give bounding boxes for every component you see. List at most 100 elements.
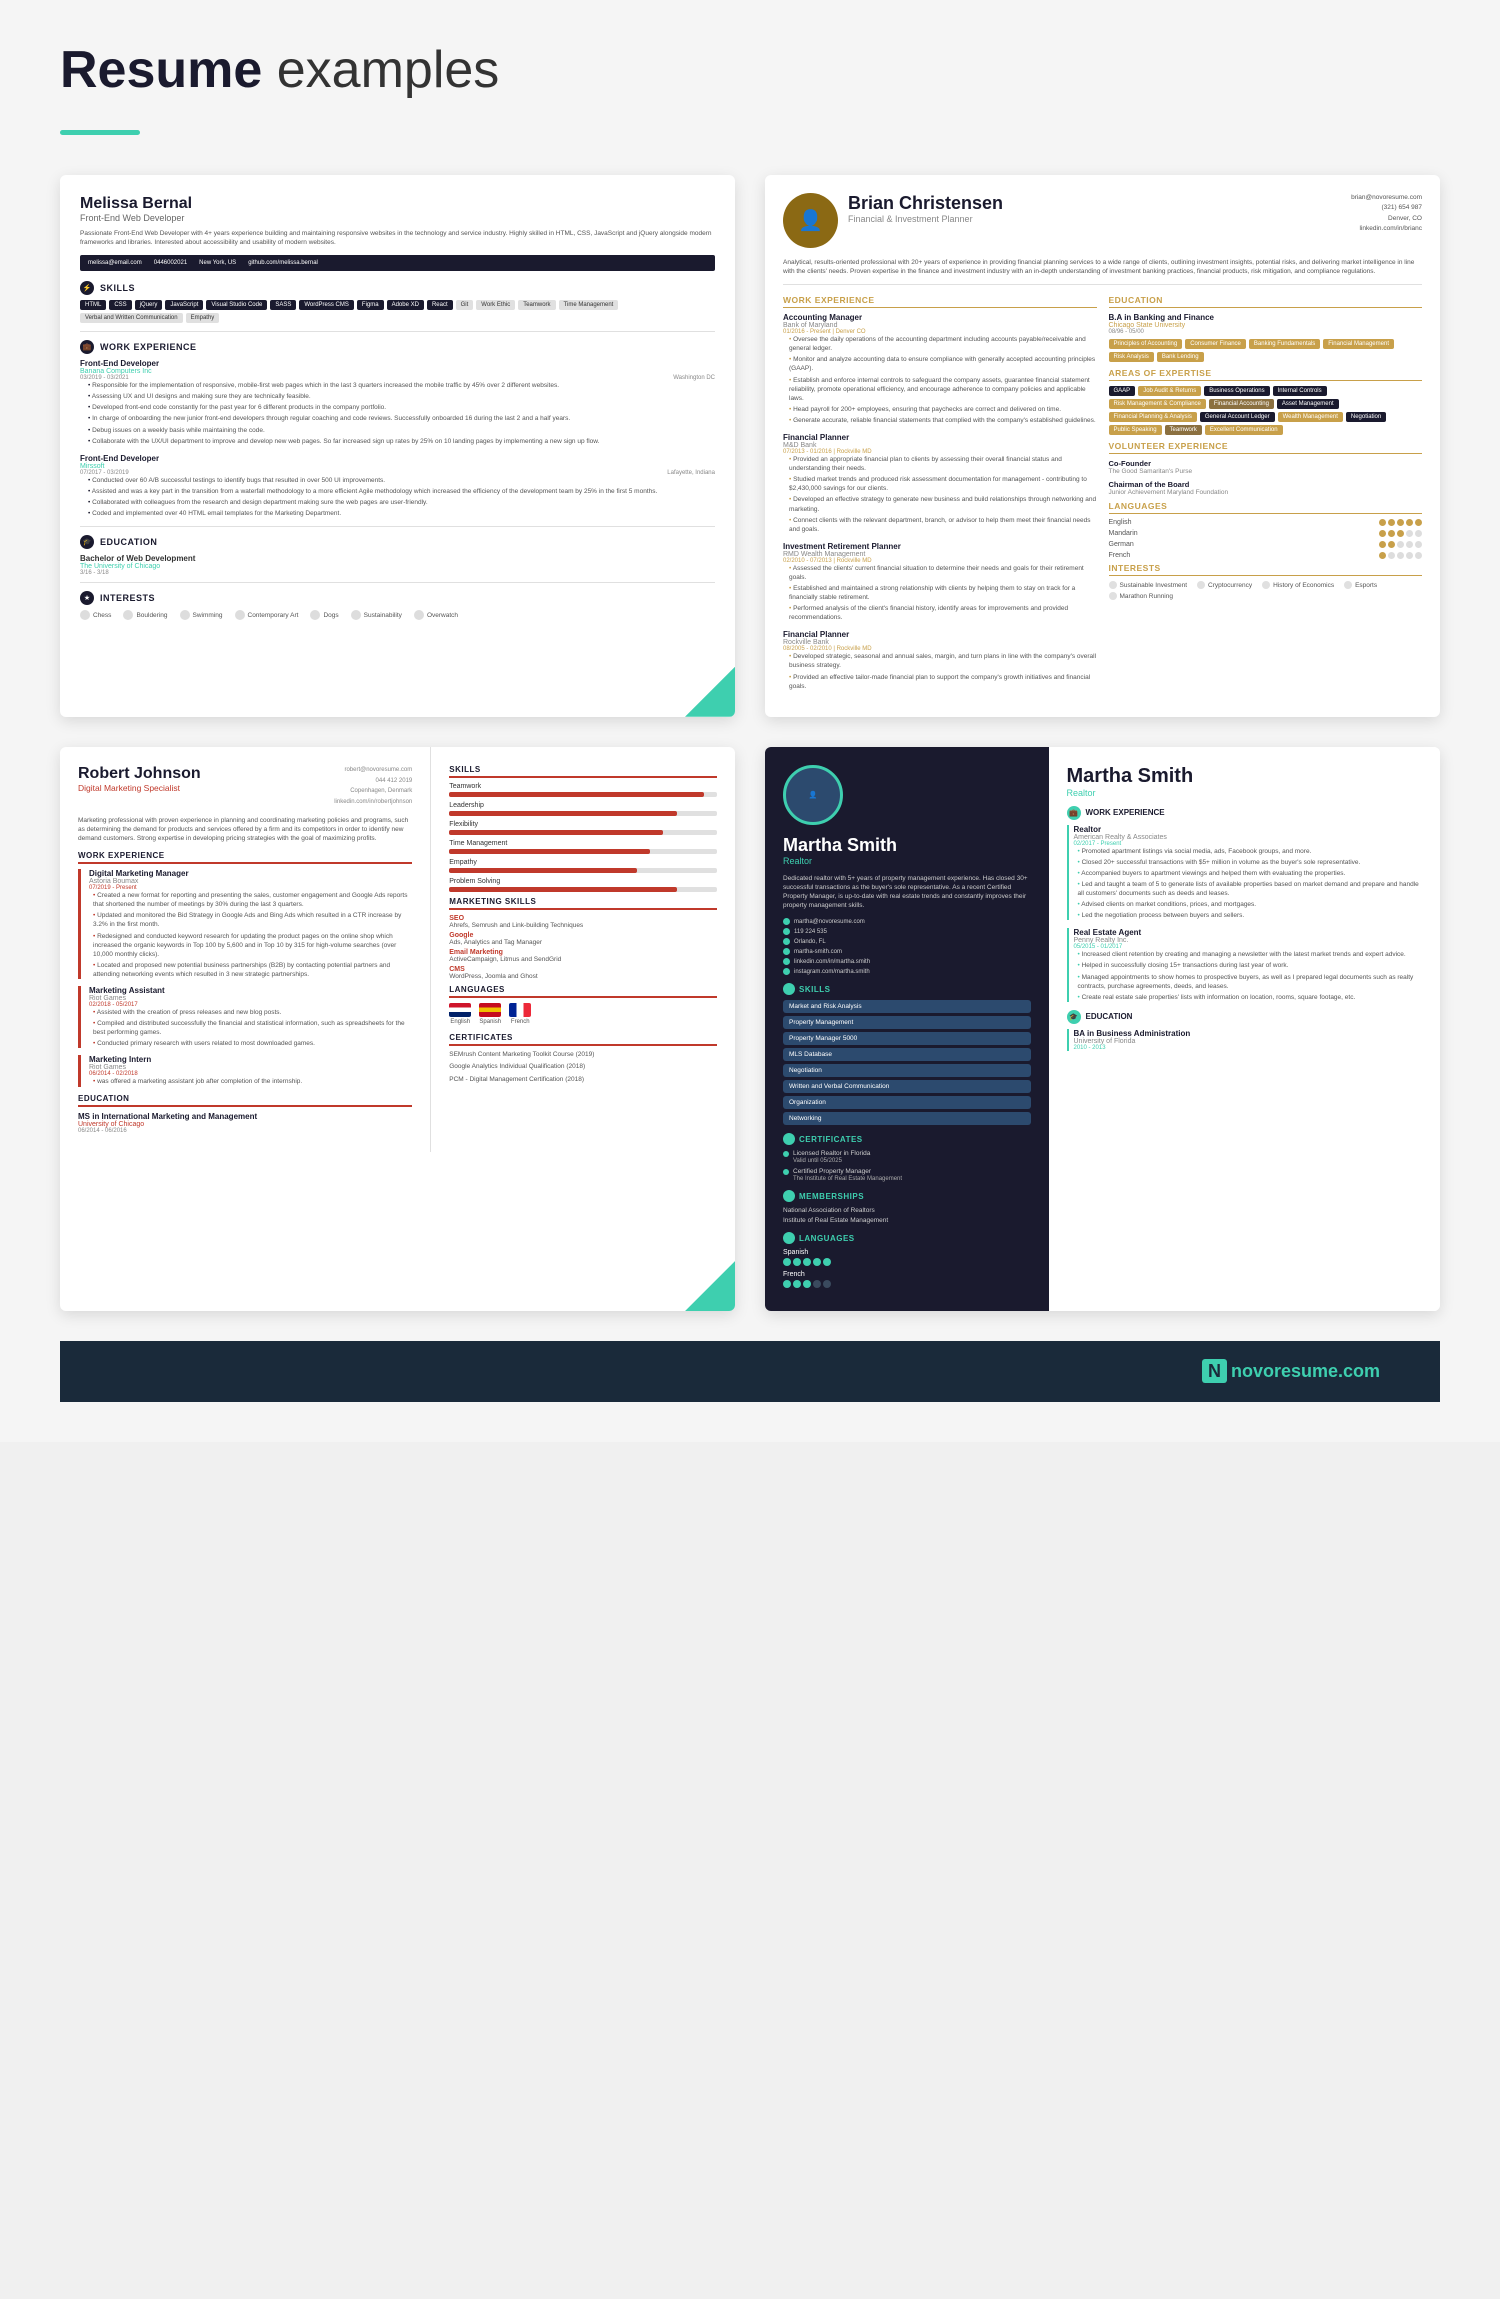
- robert-cert-1: SEMrush Content Marketing Toolkit Course…: [449, 1051, 717, 1059]
- skill-sass: SASS: [270, 300, 296, 310]
- melissa-interests-header: ★ INTERESTS: [80, 591, 715, 605]
- work-icon: 💼: [80, 340, 94, 354]
- flag-english: English: [449, 1003, 471, 1025]
- interest-bouldering: Bouldering: [123, 610, 167, 620]
- martha-lang-french: French: [783, 1271, 1031, 1288]
- brian-interests: Sustainable Investment Cryptocurrency Hi…: [1109, 581, 1423, 603]
- melissa-job2-bullets: Conducted over 60 A/B successful testing…: [80, 476, 715, 518]
- martha-skills-icon: [783, 983, 795, 995]
- martha-bio: Dedicated realtor with 5+ years of prope…: [783, 874, 1031, 910]
- martha-member-header: MEMBERSHIPS: [783, 1190, 1031, 1202]
- martha-job-1: Realtor American Realty & Associates 02/…: [1067, 825, 1423, 921]
- skill-leadership: Leadership: [449, 802, 717, 816]
- brand-name: novoresume.com: [1231, 1361, 1380, 1381]
- corner-decoration: [685, 667, 735, 717]
- robert-work-title: WORK EXPERIENCE: [78, 851, 412, 864]
- brian-lang-french: French: [1109, 552, 1423, 559]
- brian-job-2: Financial Planner M&D Bank 07/2013 - 01/…: [783, 433, 1097, 534]
- brian-edu-courses: Principles of Accounting Consumer Financ…: [1109, 339, 1423, 362]
- melissa-edu: Bachelor of Web Development The Universi…: [80, 554, 715, 576]
- melissa-resume: Melissa Bernal Front-End Web Developer P…: [60, 175, 735, 640]
- skill-react: React: [427, 300, 453, 310]
- corner-decoration-robert: [685, 1261, 735, 1311]
- brian-photo: 👤: [783, 193, 838, 248]
- melissa-job1-bullets: Responsible for the implementation of re…: [80, 381, 715, 446]
- brian-expertise-title: AREAS OF EXPERTISE: [1109, 368, 1423, 381]
- divider1: [80, 331, 715, 332]
- edu-section-title: EDUCATION: [100, 537, 157, 547]
- skill-html: HTML: [80, 300, 106, 310]
- martha-cert-header: CERTIFICATES: [783, 1133, 1031, 1145]
- robert-skills-title: SKILLS: [449, 765, 717, 778]
- melissa-contact-bar: melissa@email.com 0446002021 New York, U…: [80, 255, 715, 271]
- interest-overwatch: Overwatch: [414, 610, 458, 620]
- melissa-job-2: Front-End Developer Mirssoft 07/2017 - 0…: [80, 454, 715, 518]
- robert-degree: MS in International Marketing and Manage…: [78, 1112, 412, 1121]
- martha-member-1: National Association of Realtors: [783, 1207, 1031, 1214]
- skill-adobexd: Adobe XD: [387, 300, 424, 310]
- melissa-name: Melissa Bernal: [80, 195, 715, 213]
- martha-right-col: Martha Smith Realtor 💼 WORK EXPERIENCE R…: [1049, 747, 1441, 1311]
- martha-location: Orlando, FL: [783, 938, 1031, 945]
- brian-work-title: WORK EXPERIENCE: [783, 295, 1097, 308]
- martha-linkedin: linkedin.com/in/martha.smith: [783, 958, 1031, 965]
- martha-r-name: Martha Smith: [1067, 765, 1423, 788]
- martha-title: Realtor: [783, 856, 1031, 866]
- skills-icon: ⚡: [80, 281, 94, 295]
- work-section-title: WORK EXPERIENCE: [100, 342, 197, 352]
- brian-vol-2: Chairman of the Board Junior Achievement…: [1109, 480, 1423, 496]
- brian-lang-en: English: [1109, 519, 1423, 526]
- brian-name: Brian Christensen: [848, 193, 1003, 214]
- brian-title: Financial & Investment Planner: [848, 214, 1003, 224]
- martha-cert-icon: [783, 1133, 795, 1145]
- melissa-phone: 0446002021: [154, 260, 187, 266]
- robert-cert-2: Google Analytics Individual Qualificatio…: [449, 1063, 717, 1071]
- skill-css: CSS: [109, 300, 131, 310]
- brian-interests-title: INTERESTS: [1109, 563, 1423, 576]
- martha-member-icon: [783, 1190, 795, 1202]
- skill-timemanagement: Time Management: [449, 840, 717, 854]
- robert-mktg-title: MARKETING SKILLS: [449, 897, 717, 910]
- skill-problemsolving: Problem Solving: [449, 878, 717, 892]
- footer-logo: Nnovoresume.com: [1202, 1361, 1380, 1382]
- skill-wpcms: WordPress CMS: [299, 300, 354, 310]
- melissa-email: melissa@email.com: [88, 260, 142, 266]
- martha-member-2: Institute of Real Estate Management: [783, 1217, 1031, 1224]
- robert-name: Robert Johnson: [78, 765, 201, 783]
- martha-lang-spanish: Spanish: [783, 1249, 1031, 1266]
- divider3: [80, 582, 715, 583]
- melissa-work-header: 💼 WORK EXPERIENCE: [80, 340, 715, 354]
- skill-empathy: Empathy: [186, 313, 220, 323]
- skill-git2: Work Ethic: [476, 300, 515, 310]
- title-underline: [60, 130, 140, 135]
- resume-card-melissa: Melissa Bernal Front-End Web Developer P…: [60, 175, 735, 717]
- skill-teamwork: Teamwork: [518, 300, 555, 310]
- robert-cert-title: CERTIFICATES: [449, 1033, 717, 1046]
- skill-verbal: Verbal and Written Communication: [80, 313, 183, 323]
- interests-section-title: INTERESTS: [100, 593, 155, 603]
- robert-edu-title: EDUCATION: [78, 1094, 412, 1107]
- martha-resume: 👤 Martha Smith Realtor Dedicated realtor…: [765, 747, 1440, 1311]
- robert-job-3: Marketing Intern Riot Games 06/2014 - 02…: [78, 1055, 412, 1086]
- martha-left-col: 👤 Martha Smith Realtor Dedicated realtor…: [765, 747, 1049, 1311]
- skills-section-title: SKILLS: [100, 283, 135, 293]
- melissa-title: Front-End Web Developer: [80, 213, 715, 223]
- melissa-location: New York, US: [199, 260, 236, 266]
- robert-lang-flags: English Spanish French: [449, 1003, 717, 1025]
- skill-teamwork: Teamwork: [449, 783, 717, 797]
- interests-icon: ★: [80, 591, 94, 605]
- interest-swimming: Swimming: [180, 610, 223, 620]
- martha-skills-header: SKILLS: [783, 983, 1031, 995]
- brian-edu-title: EDUCATION: [1109, 295, 1423, 308]
- flag-spanish: Spanish: [479, 1003, 501, 1025]
- melissa-skills-grid: HTML CSS jQuery JavaScript Visual Studio…: [80, 300, 715, 323]
- robert-right-col: SKILLS Teamwork Leadership Flexibility: [431, 747, 735, 1152]
- interest-dogs: Dogs: [310, 610, 338, 620]
- melissa-github: github.com/melissa.bernal: [248, 260, 318, 266]
- martha-r-title: Realtor: [1067, 788, 1423, 798]
- robert-school: University of Chicago: [78, 1121, 412, 1128]
- robert-mktg-skills: SEO Ahrefs, Semrush and Link-building Te…: [449, 915, 717, 980]
- skill-git: Git: [456, 300, 474, 310]
- martha-email: martha@novoresume.com: [783, 918, 1031, 925]
- robert-resume: Robert Johnson Digital Marketing Special…: [60, 747, 735, 1152]
